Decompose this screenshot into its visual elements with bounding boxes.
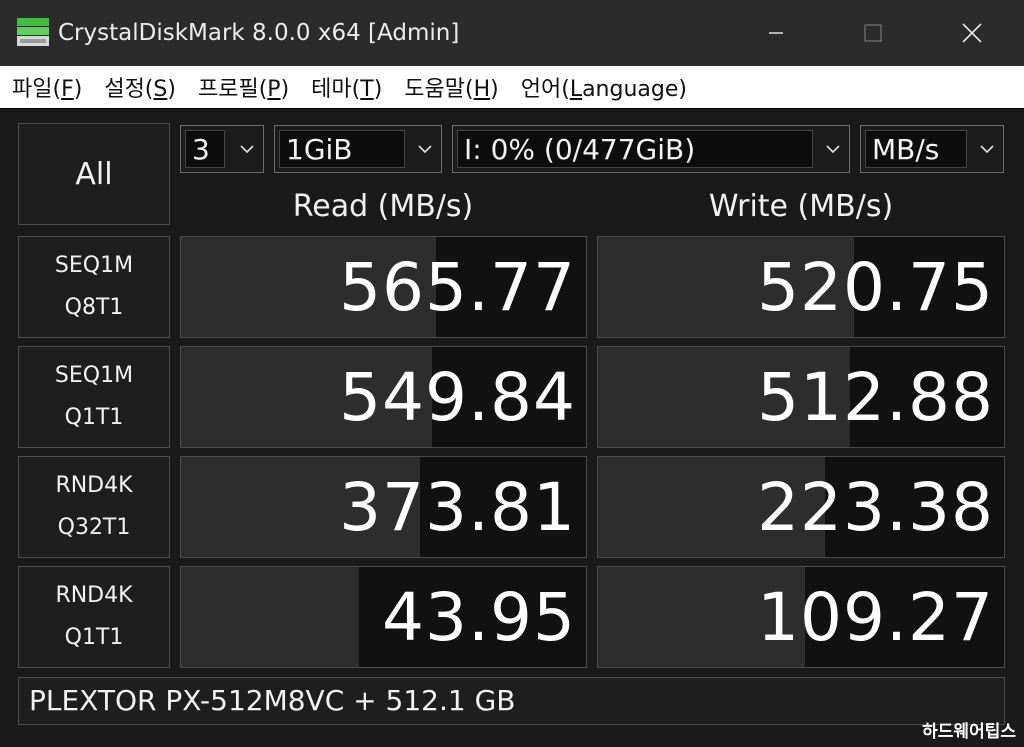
result-value: 565.77	[339, 248, 576, 326]
title-bar: CrystalDiskMark 8.0.0 x64 [Admin]	[0, 0, 1024, 66]
watermark: 하드웨어팁스	[922, 722, 1016, 742]
menu-bar: 파일(F) 설정(S) 프로필(P) 테마(T) 도움말(H) 언어(Langu…	[0, 66, 1024, 108]
test-size-select[interactable]: 1GiB	[274, 125, 442, 173]
main-panel: All 3 1GiB I: 0% (0/477GiB) MB/s Read (M…	[0, 108, 1024, 747]
read-result-seq1m-q8t1: 565.77	[180, 236, 587, 338]
write-result-seq1m-q1t1: 512.88	[597, 346, 1005, 448]
test-name: SEQ1M	[54, 363, 134, 388]
write-result-rnd4k-q32t1: 223.38	[597, 456, 1005, 558]
test-count-select[interactable]: 3	[180, 125, 264, 173]
test-params: Q8T1	[64, 295, 124, 320]
read-result-rnd4k-q32t1: 373.81	[180, 456, 587, 558]
chevron-down-icon	[980, 145, 994, 154]
result-value: 373.81	[339, 468, 576, 546]
minimize-icon	[769, 32, 783, 34]
test-name: RND4K	[55, 583, 133, 608]
menu-language[interactable]: 언어(Language)	[521, 71, 687, 103]
write-header: Write (MB/s)	[708, 189, 894, 224]
app-icon	[17, 18, 49, 46]
test-button-rnd4k-q1t1[interactable]: RND4K Q1T1	[18, 566, 170, 668]
test-button-rnd4k-q32t1[interactable]: RND4K Q32T1	[18, 456, 170, 558]
test-params: Q1T1	[64, 405, 124, 430]
result-value: 223.38	[757, 468, 994, 546]
result-value: 512.88	[757, 358, 994, 436]
chevron-down-icon	[826, 145, 840, 154]
read-result-rnd4k-q1t1: 43.95	[180, 566, 587, 668]
write-result-seq1m-q8t1: 520.75	[597, 236, 1005, 338]
menu-file[interactable]: 파일(F)	[12, 71, 82, 103]
menu-settings[interactable]: 설정(S)	[104, 71, 176, 103]
window-title: CrystalDiskMark 8.0.0 x64 [Admin]	[58, 20, 460, 46]
result-value: 43.95	[382, 578, 576, 656]
result-value: 109.27	[757, 578, 994, 656]
maximize-icon	[864, 24, 882, 42]
test-button-seq1m-q8t1[interactable]: SEQ1M Q8T1	[18, 236, 170, 338]
test-size-value: 1GiB	[279, 130, 405, 168]
test-name: RND4K	[55, 473, 133, 498]
test-params: Q1T1	[64, 625, 124, 650]
test-count-value: 3	[185, 130, 225, 168]
minimize-button[interactable]	[726, 0, 826, 66]
drive-value: I: 0% (0/477GiB)	[457, 130, 813, 168]
result-bar	[181, 567, 360, 667]
maximize-button[interactable]	[823, 0, 923, 66]
read-header: Read (MB/s)	[292, 189, 474, 224]
close-icon	[962, 23, 982, 43]
unit-select[interactable]: MB/s	[860, 125, 1004, 173]
menu-help[interactable]: 도움말(H)	[404, 71, 498, 103]
chevron-down-icon	[240, 145, 254, 154]
result-value: 549.84	[339, 358, 576, 436]
write-result-rnd4k-q1t1: 109.27	[597, 566, 1005, 668]
device-info-field[interactable]: PLEXTOR PX-512M8VC + 512.1 GB	[18, 677, 1005, 725]
test-name: SEQ1M	[54, 253, 134, 278]
read-result-seq1m-q1t1: 549.84	[180, 346, 587, 448]
result-value: 520.75	[757, 248, 994, 326]
drive-select[interactable]: I: 0% (0/477GiB)	[452, 125, 850, 173]
run-all-button[interactable]: All	[18, 123, 170, 225]
menu-theme[interactable]: 테마(T)	[311, 71, 382, 103]
unit-value: MB/s	[865, 130, 967, 168]
chevron-down-icon	[418, 145, 432, 154]
menu-profile[interactable]: 프로필(P)	[198, 71, 289, 103]
test-button-seq1m-q1t1[interactable]: SEQ1M Q1T1	[18, 346, 170, 448]
test-params: Q32T1	[57, 515, 131, 540]
close-button[interactable]	[922, 0, 1022, 66]
